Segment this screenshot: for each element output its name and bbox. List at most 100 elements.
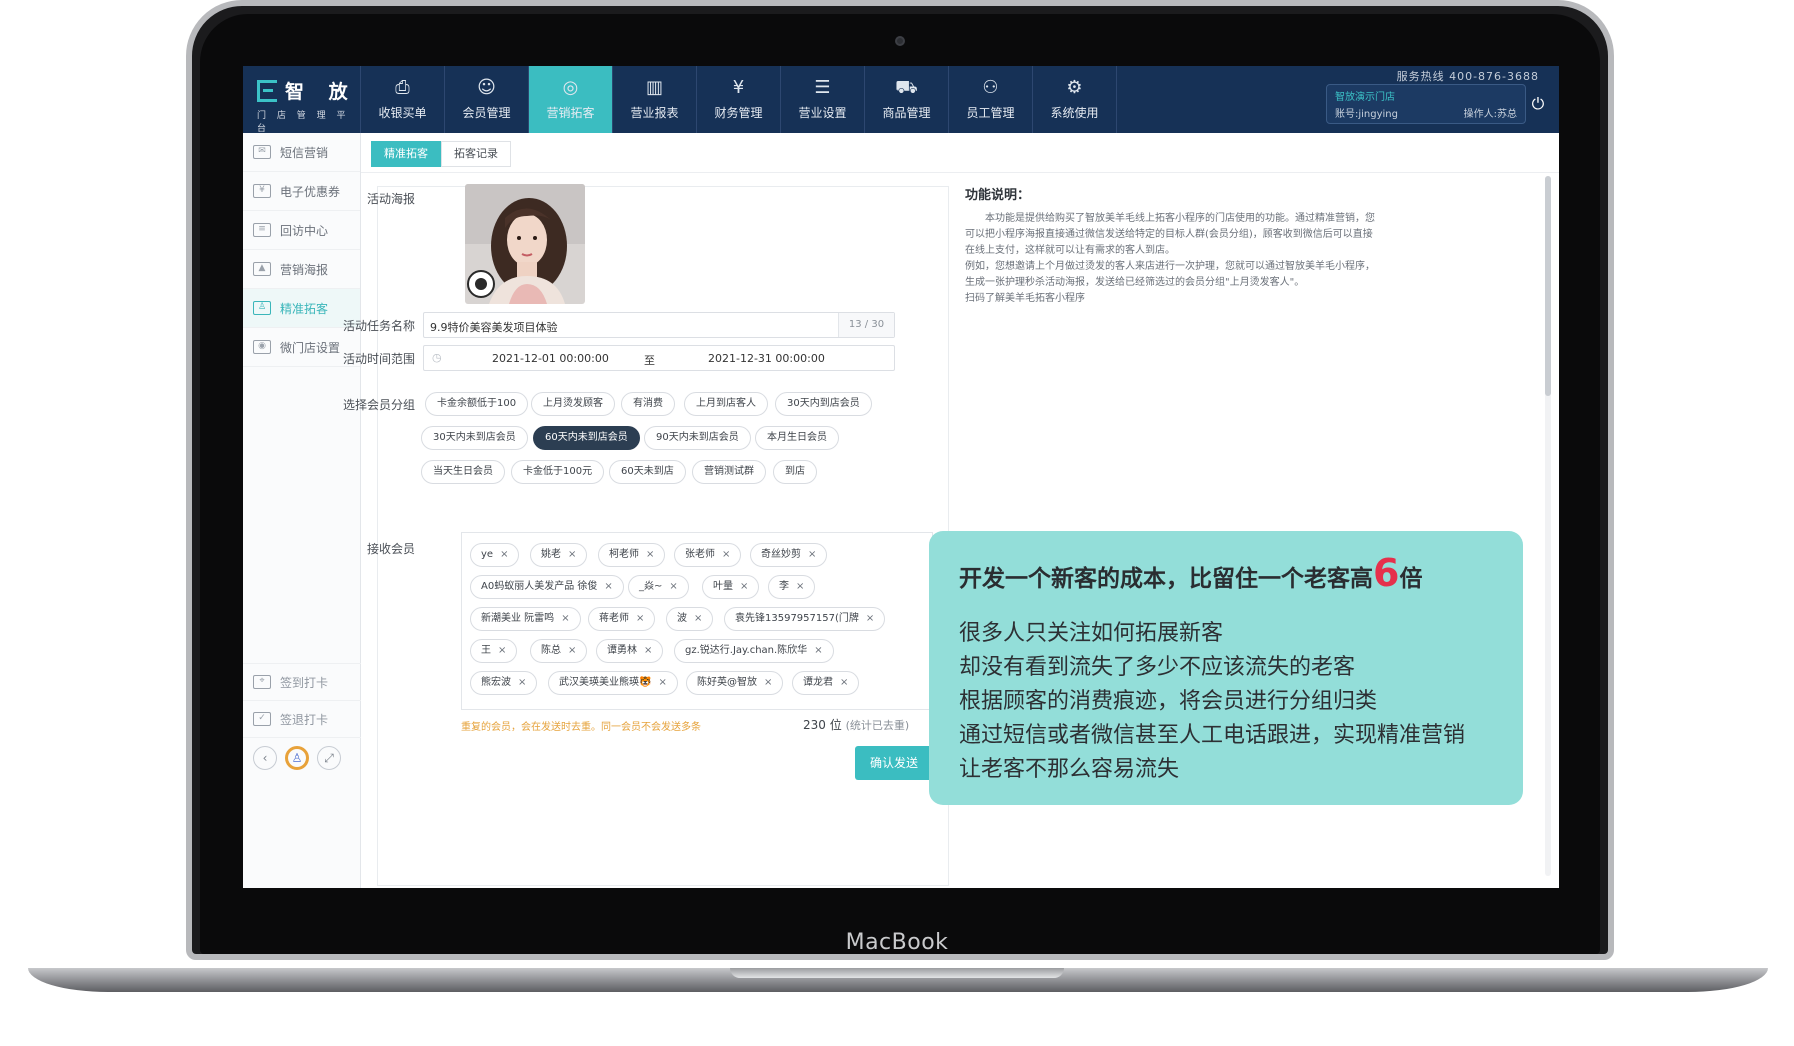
nav-staff[interactable]: ⚇ 员工管理: [949, 66, 1033, 133]
member-tag[interactable]: 陈好英@智放 ×: [686, 671, 784, 695]
nav-cashier[interactable]: ⎙ 收银买单: [361, 66, 445, 133]
store-name: 智放演示门店: [1335, 92, 1395, 103]
close-icon[interactable]: ×: [561, 613, 569, 624]
nav-label: 营业设置: [798, 106, 847, 120]
member-list[interactable]: ye × 姚老 × 柯老师 × 张老师 × 奇丝妙剪 × A0蚂蚁丽人美发产品 徐俊 × _…: [461, 532, 933, 710]
member-tag[interactable]: gz.锐达行.Jay.chan.陈欣华 ×: [674, 639, 834, 663]
close-icon[interactable]: ×: [764, 677, 772, 688]
member-tag[interactable]: 波 ×: [666, 607, 714, 631]
group-chip[interactable]: 上月烫发顾客: [531, 392, 615, 416]
group-chip[interactable]: 营销测试群: [692, 460, 766, 484]
group-chip[interactable]: 30天内到店会员: [775, 392, 872, 416]
nav-label: 系统使用: [1050, 106, 1099, 120]
close-icon[interactable]: ×: [568, 549, 576, 560]
close-icon[interactable]: ×: [518, 677, 526, 688]
close-icon[interactable]: ×: [740, 581, 748, 592]
count-value: 230 位: [803, 718, 842, 732]
member-tag[interactable]: 叶量 ×: [702, 575, 760, 599]
nav-report[interactable]: ▥ 营业报表: [613, 66, 697, 133]
tab-precise[interactable]: 精准拓客: [371, 141, 441, 167]
group-chip[interactable]: 30天内未到店会员: [421, 426, 528, 450]
close-icon[interactable]: ×: [669, 581, 677, 592]
member-tag[interactable]: 姚老 ×: [530, 543, 588, 567]
nav-member[interactable]: ☺ 会员管理: [445, 66, 529, 133]
member-name: 姚老: [541, 549, 561, 560]
group-chip[interactable]: 上月到店客人: [684, 392, 768, 416]
close-icon[interactable]: ×: [796, 581, 804, 592]
member-tag[interactable]: ye ×: [470, 543, 520, 567]
close-icon[interactable]: ×: [646, 549, 654, 560]
store-info[interactable]: 智放演示门店 账号:jingying 操作人:苏总: [1326, 84, 1526, 124]
close-icon[interactable]: ×: [500, 549, 508, 560]
group-chip[interactable]: 60天未到店: [609, 460, 686, 484]
member-tag[interactable]: 柯老师 ×: [598, 543, 666, 567]
group-chip[interactable]: 有消费: [621, 392, 675, 416]
group-chip[interactable]: 当天生日会员: [421, 460, 505, 484]
member-name: 李: [779, 581, 789, 592]
group-chip[interactable]: 卡金余额低于100: [425, 392, 529, 416]
close-icon[interactable]: ×: [814, 645, 822, 656]
close-icon[interactable]: ×: [694, 613, 702, 624]
shirt-app-icon[interactable]: ♙: [285, 745, 309, 770]
close-icon[interactable]: ×: [658, 677, 666, 688]
close-icon[interactable]: ×: [722, 549, 730, 560]
nav-goods[interactable]: ⛟ 商品管理: [865, 66, 949, 133]
member-tag[interactable]: 熊宏波 ×: [470, 671, 538, 695]
member-tag[interactable]: 奇丝妙剪 ×: [750, 543, 828, 567]
app-logo[interactable]: 智 放 门 店 管 理 平 台: [243, 66, 361, 134]
callout-title: 开发一个新客的成本，比留住一个老客高6倍: [959, 551, 1422, 595]
member-tag[interactable]: _焱~ ×: [628, 575, 689, 599]
collapse-icon[interactable]: ‹: [253, 745, 277, 770]
member-tag[interactable]: 李 ×: [768, 575, 816, 599]
nav-system[interactable]: ⚙ 系统使用: [1033, 66, 1117, 133]
logout-icon[interactable]: ⏻: [1523, 84, 1553, 124]
group-chip[interactable]: 到店: [773, 460, 817, 484]
poster-image[interactable]: [465, 184, 585, 304]
close-icon[interactable]: ×: [636, 613, 644, 624]
description-title: 功能说明：: [965, 188, 1031, 203]
sidebar: ✉ 短信营销 ¥ 电子优惠券 ≡ 回访中心 ▲ 营销海报 ♙ 精准拓客 ◉ 微门店设置 ⌖ 签…: [243, 133, 361, 888]
sidebar-item-revisit[interactable]: ≡ 回访中心: [243, 211, 360, 250]
shop-icon: ◉: [253, 340, 271, 354]
close-icon[interactable]: ×: [808, 549, 816, 560]
group-chip[interactable]: 本月生日会员: [755, 426, 839, 450]
member-tag[interactable]: 蒋老师 ×: [588, 607, 656, 631]
member-tag[interactable]: 谭勇林 ×: [596, 639, 664, 663]
close-icon[interactable]: ×: [644, 645, 652, 656]
group-chip[interactable]: 90天内未到店会员: [644, 426, 751, 450]
member-tag[interactable]: 武汉美瑛美业熊瑛🐯 ×: [548, 671, 678, 695]
confirm-send-button[interactable]: 确认发送: [855, 746, 933, 780]
fullscreen-icon[interactable]: ⤢: [317, 745, 341, 770]
group-label: 选择会员分组: [342, 398, 415, 412]
callout-title-text: 开发一个新客的成本，比留住一个老客高: [959, 566, 1373, 592]
tab-records[interactable]: 拓客记录: [441, 141, 511, 167]
close-icon[interactable]: ×: [604, 581, 612, 592]
message-icon: ≡: [253, 223, 271, 237]
sidebar-item-sms[interactable]: ✉ 短信营销: [243, 133, 360, 172]
nav-finance[interactable]: ¥ 财务管理: [697, 66, 781, 133]
task-name-value: 9.9特价美容美发项目体验: [430, 321, 558, 334]
close-icon[interactable]: ×: [568, 645, 576, 656]
member-tag[interactable]: 袁先锋13597957157(门牌 ×: [724, 607, 886, 631]
member-tag[interactable]: 王 ×: [470, 639, 518, 663]
member-tag[interactable]: 新潮美业 阮雷鸣 ×: [470, 607, 581, 631]
checkout-button[interactable]: ✓ 签退打卡: [243, 700, 361, 737]
member-tag[interactable]: 张老师 ×: [674, 543, 742, 567]
time-range-picker[interactable]: ◷ 2021-12-01 00:00:00 至 2021-12-31 00:00…: [423, 345, 895, 371]
close-icon[interactable]: ×: [498, 645, 506, 656]
nav-marketing[interactable]: ◎ 营销拓客: [529, 66, 613, 133]
close-icon[interactable]: ×: [866, 613, 874, 624]
group-chip[interactable]: 卡金低于100元: [511, 460, 605, 484]
member-tag[interactable]: A0蚂蚁丽人美发产品 徐俊 ×: [470, 575, 624, 599]
member-tag[interactable]: 陈总 ×: [530, 639, 588, 663]
sidebar-item-poster[interactable]: ▲ 营销海报: [243, 250, 360, 289]
nav-settings[interactable]: ☰ 营业设置: [781, 66, 865, 133]
callout-line: 根据顾客的消费痕迹，将会员进行分组归类: [959, 689, 1378, 714]
receive-label: 接收会员: [366, 542, 415, 556]
checkin-button[interactable]: ⌖ 签到打卡: [243, 663, 361, 700]
member-tag[interactable]: 谭龙君 ×: [792, 671, 860, 695]
scrollbar[interactable]: [1545, 176, 1551, 876]
group-chip-selected[interactable]: 60天内未到店会员: [533, 426, 640, 450]
close-icon[interactable]: ×: [840, 677, 848, 688]
task-name-input[interactable]: 9.9特价美容美发项目体验 13 / 30: [423, 312, 895, 338]
